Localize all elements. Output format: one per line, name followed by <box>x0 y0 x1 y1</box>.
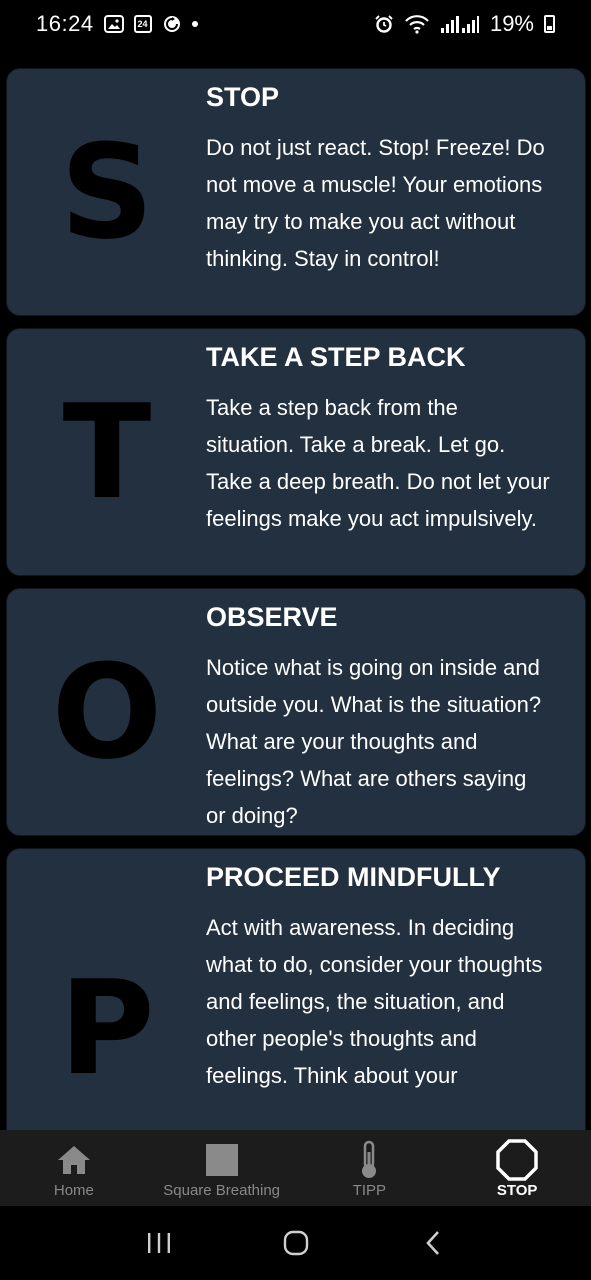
card-letter: P <box>59 952 155 1104</box>
nav-home[interactable]: Home <box>0 1130 148 1206</box>
home-outline-icon <box>283 1230 308 1256</box>
card-proceed-mindfully: P PROCEED MINDFULLY Act with awareness. … <box>6 848 586 1130</box>
card-title: TAKE A STEP BACK <box>206 342 466 372</box>
back-chevron-icon <box>425 1231 439 1255</box>
recent-apps-button[interactable] <box>139 1223 179 1263</box>
nav-home-label: Home <box>53 1182 94 1199</box>
card-stop: S STOP Do not just react. Stop! Freeze! … <box>6 68 586 316</box>
alarm-icon <box>374 14 394 34</box>
bottom-navigation: Home Square Breathing TIPP STOP <box>0 1130 591 1206</box>
card-letter: S <box>60 116 154 268</box>
stop-content-list[interactable]: S STOP Do not just react. Stop! Freeze! … <box>0 66 591 1130</box>
status-time: 16:24 <box>36 11 94 36</box>
calendar-notification-icon: 24 <box>133 15 152 33</box>
card-letter: O <box>51 636 163 788</box>
nav-square-breathing[interactable]: Square Breathing <box>148 1130 296 1206</box>
signal-strength-icon <box>440 14 480 34</box>
octagon-icon <box>496 1139 538 1181</box>
card-body: Notice what is going on inside and outsi… <box>206 655 542 828</box>
app-screen: 16:24 24 19% S STOP Do not just react. S… <box>0 0 591 1280</box>
card-letter: T <box>62 376 152 528</box>
system-navigation-bar <box>0 1206 591 1280</box>
nav-stop-label: STOP <box>496 1182 538 1199</box>
thermometer-icon <box>358 1140 380 1180</box>
card-title: PROCEED MINDFULLY <box>206 862 501 892</box>
card-body: Act with awareness. In deciding what to … <box>206 915 543 1088</box>
battery-percentage: 19% <box>489 11 534 36</box>
more-notifications-icon <box>191 21 198 27</box>
status-bar-right: 19% <box>374 11 555 37</box>
card-observe: O OBSERVE Notice what is going on inside… <box>6 588 586 836</box>
nav-square-breathing-label: Square Breathing <box>163 1182 280 1199</box>
card-title: OBSERVE <box>206 602 338 632</box>
square-icon <box>205 1140 239 1180</box>
card-body: Do not just react. Stop! Freeze! Do not … <box>206 135 545 271</box>
card-body: Take a step back from the situation. Tak… <box>206 395 550 531</box>
home-icon <box>56 1140 92 1180</box>
gallery-notification-icon <box>103 15 124 33</box>
battery-icon <box>544 15 555 33</box>
wifi-icon <box>404 14 430 34</box>
sync-notification-icon <box>162 14 182 34</box>
nav-tipp[interactable]: TIPP <box>296 1130 444 1206</box>
status-bar-left: 16:24 24 <box>36 11 198 37</box>
card-take-a-step-back: T TAKE A STEP BACK Take a step back from… <box>6 328 586 576</box>
nav-tipp-label: TIPP <box>352 1182 387 1199</box>
status-bar: 16:24 24 19% <box>0 0 591 48</box>
recent-apps-icon <box>147 1233 170 1253</box>
nav-stop[interactable]: STOP <box>443 1130 591 1206</box>
card-title: STOP <box>206 82 280 112</box>
back-button[interactable] <box>413 1223 453 1263</box>
home-button[interactable] <box>276 1223 316 1263</box>
